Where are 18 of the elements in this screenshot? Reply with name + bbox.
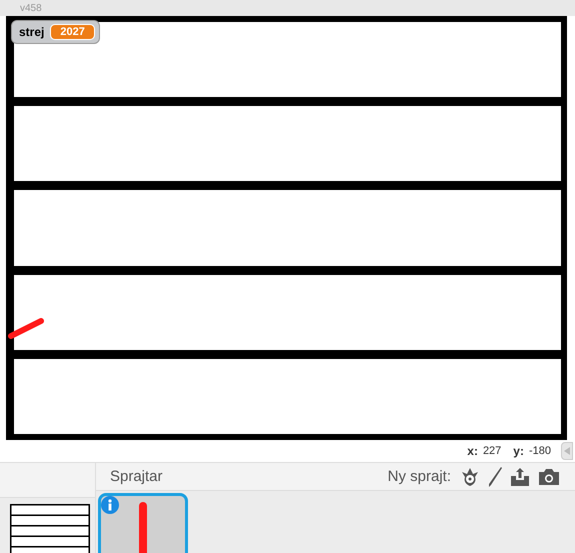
sprite-costume [138,502,148,553]
info-icon[interactable] [101,496,119,514]
stage-thumbnail[interactable] [10,504,90,553]
y-label: y: [513,444,524,458]
new-sprite-label: Ny sprajt: [388,468,451,485]
character-icon[interactable] [459,466,481,488]
version-label: v458 [20,2,42,14]
camera-icon[interactable] [537,466,561,486]
variable-value: 2027 [50,24,95,40]
x-value: 227 [482,445,502,457]
triangle-icon [564,447,570,455]
sprites-title: Sprajtar [110,468,163,485]
x-label: x: [467,444,478,458]
variable-name: strej [19,25,44,39]
upload-icon[interactable] [509,466,531,488]
brush-icon[interactable] [487,466,503,488]
y-value: -180 [528,445,551,457]
sprite-tile[interactable] [98,493,188,553]
